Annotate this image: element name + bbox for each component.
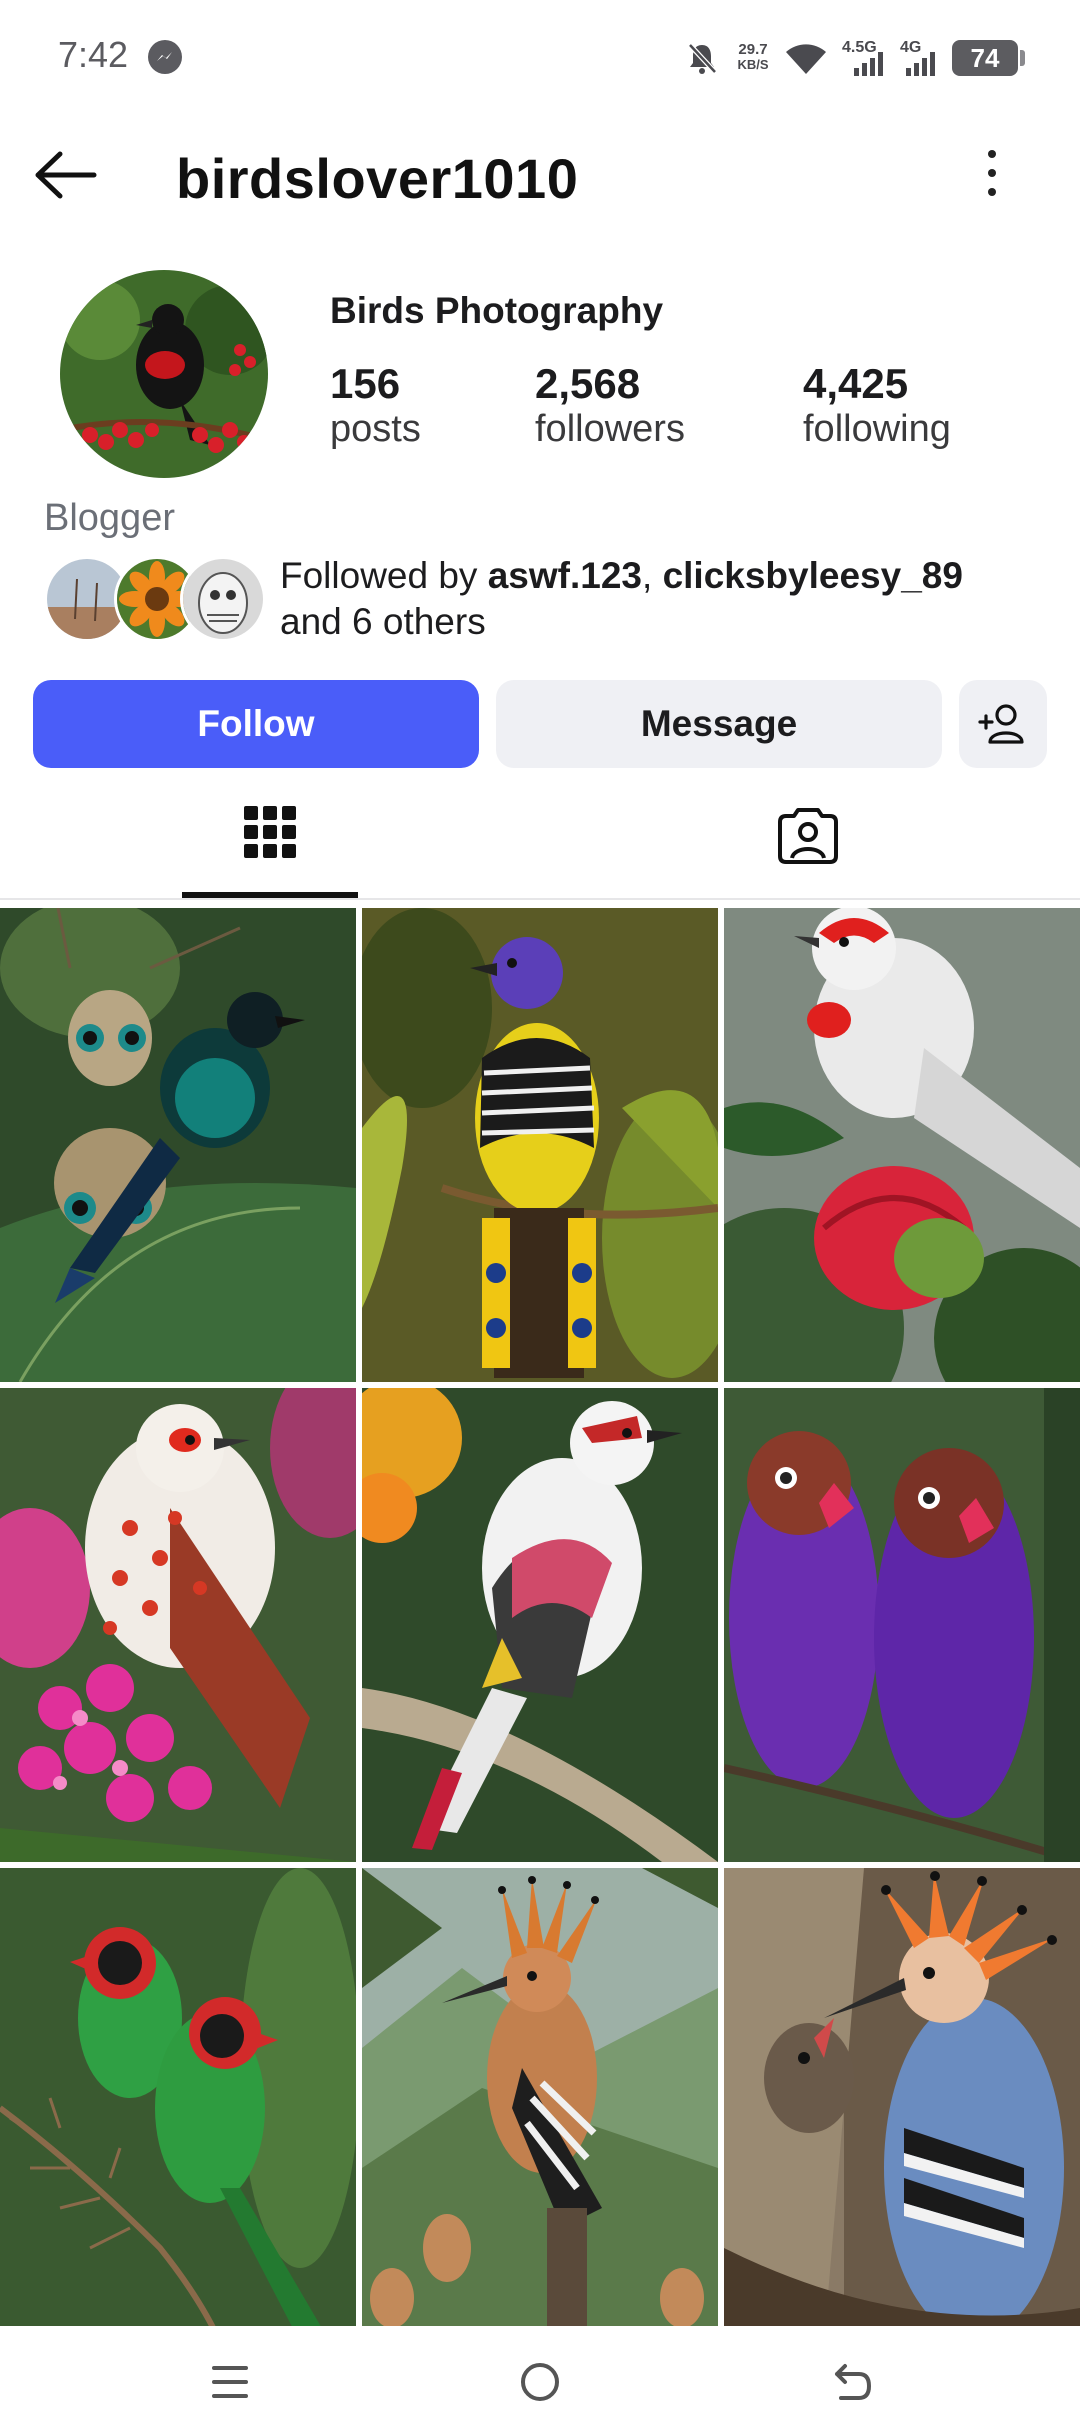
wifi-icon [784, 40, 828, 81]
stat-value: 4,425 [803, 360, 909, 407]
network-speed: 29.7 KB/S [730, 42, 776, 72]
post-thumbnail[interactable] [362, 1388, 718, 1862]
stat-followers[interactable]: 2,568 followers [535, 360, 685, 451]
more-vertical-icon[interactable] [982, 150, 1002, 200]
stat-label: posts [330, 408, 421, 450]
post-thumbnail[interactable] [362, 908, 718, 1382]
stat-value: 156 [330, 360, 401, 407]
battery-tip [1020, 50, 1025, 66]
display-name: Birds Photography [330, 290, 664, 331]
home-circle-icon[interactable] [519, 2361, 561, 2408]
grid-icon [244, 806, 296, 858]
followed-prefix: Followed by [280, 555, 488, 596]
speed-unit: KB/S [737, 57, 769, 72]
post-thumbnail[interactable] [0, 908, 356, 1382]
followed-suffix: and 6 others [280, 601, 486, 642]
followed-user-1[interactable]: aswf.123 [488, 555, 642, 596]
menu-icon[interactable] [210, 2362, 250, 2407]
avatar[interactable] [60, 270, 268, 478]
stat-posts[interactable]: 156 posts [330, 360, 421, 451]
stat-value: 2,568 [535, 360, 641, 407]
message-button[interactable]: Message [496, 680, 942, 768]
bell-off-icon [684, 40, 720, 76]
bio-category: Blogger [44, 497, 175, 539]
post-thumbnail[interactable] [724, 908, 1080, 1382]
tab-tagged[interactable] [720, 790, 896, 890]
tab-grid[interactable] [182, 790, 358, 890]
back-arrow-icon[interactable] [34, 150, 98, 205]
post-thumbnail[interactable] [0, 1388, 356, 1862]
stat-label: following [803, 408, 951, 450]
signal-icon [904, 52, 940, 81]
back-nav-icon[interactable] [829, 2360, 873, 2409]
followed-by-text[interactable]: Followed by aswf.123, clicksbyleesy_89an… [280, 553, 1060, 645]
signal-icon [852, 52, 888, 81]
tab-divider [0, 898, 1080, 900]
add-user-icon [978, 704, 1024, 744]
stat-following[interactable]: 4,425 following [803, 360, 951, 451]
post-thumbnail[interactable] [724, 1868, 1080, 2342]
post-thumbnail[interactable] [0, 1868, 356, 2342]
profile-username: birdslover1010 [176, 147, 579, 210]
messenger-icon [148, 40, 182, 74]
status-time: 7:42 [58, 34, 129, 75]
followed-user-2[interactable]: clicksbyleesy_89 [663, 555, 963, 596]
speed-value: 29.7 [738, 41, 768, 58]
stat-label: followers [535, 408, 685, 450]
follow-button[interactable]: Follow [33, 680, 479, 768]
follower-avatar[interactable] [180, 556, 266, 642]
add-user-button[interactable] [959, 680, 1047, 768]
followed-separator: , [642, 555, 663, 596]
post-thumbnail[interactable] [724, 1388, 1080, 1862]
battery-icon: 74 [952, 40, 1018, 76]
post-thumbnail[interactable] [362, 1868, 718, 2342]
tagged-icon [778, 808, 838, 864]
